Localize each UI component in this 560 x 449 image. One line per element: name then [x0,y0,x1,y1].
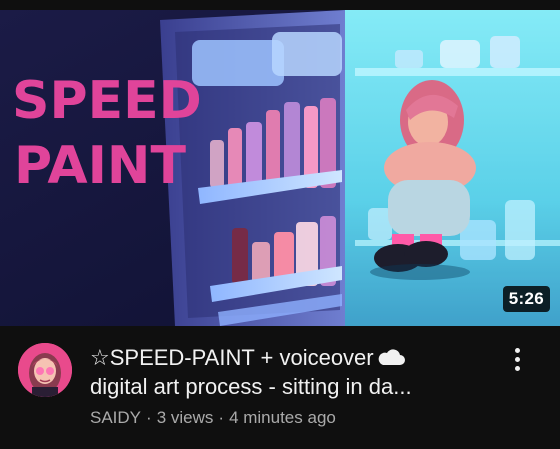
video-thumbnail[interactable]: SPEED PAINT 5:26 [0,10,560,326]
separator-dot: · [218,408,225,427]
cloud-icon [378,349,405,365]
separator-dot: · [146,408,152,427]
thumbnail-text-paint: PAINT [14,136,186,196]
title-text-1: ☆SPEED-PAINT + voiceover [90,345,374,370]
more-vert-icon [514,348,520,353]
channel-name[interactable]: SAIDY [90,408,141,427]
thumbnail-illustration: SPEED PAINT [0,10,560,326]
title-line-1: ☆SPEED-PAINT + voiceover [90,343,490,372]
more-vert-icon-dot [514,366,520,371]
more-options-button[interactable] [505,348,529,378]
duration-badge: 5:26 [502,286,550,312]
avatar-icon [18,343,72,397]
video-subtitle: SAIDY · 3 views · 4 minutes ago [90,407,490,429]
title-line-2: digital art process - sitting in da... [90,374,412,399]
thumbnail-text-speed: SPEED [12,71,202,131]
upload-time: 4 minutes ago [229,408,336,427]
channel-avatar[interactable] [18,343,72,397]
video-meta: ☆SPEED-PAINT + voiceover digital art pro… [90,343,490,429]
view-count: 3 views [156,408,214,427]
video-title[interactable]: ☆SPEED-PAINT + voiceover digital art pro… [90,343,490,401]
more-vert-icon-dot [514,357,520,362]
video-card[interactable]: SPEED PAINT 5:26 ☆SPEED-PAINT + voiceove… [0,0,560,449]
